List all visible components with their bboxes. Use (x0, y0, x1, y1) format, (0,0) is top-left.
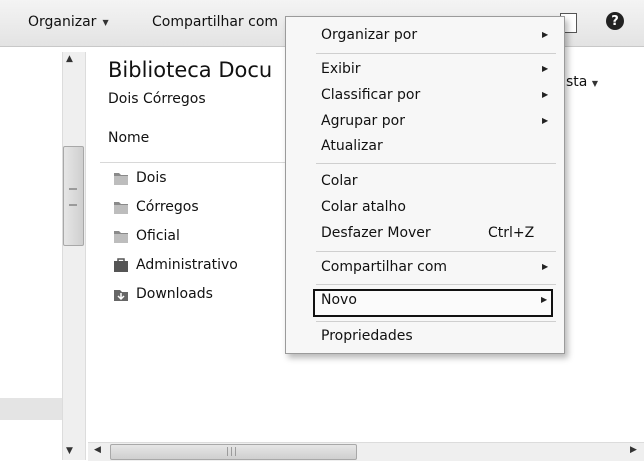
chevron-down-icon: ▼ (102, 17, 109, 27)
file-name: Oficial (136, 228, 180, 244)
divider (316, 163, 556, 164)
menu-item-label: Classificar por (321, 87, 421, 103)
menu-item-shortcut: Ctrl+Z (488, 225, 535, 241)
menu-item-refresh[interactable]: Atualizar (286, 135, 564, 159)
menu-item-sort-by[interactable]: Classificar por ▶ (286, 84, 564, 108)
menu-item-label: Atualizar (321, 138, 383, 154)
submenu-arrow-icon: ▶ (542, 262, 549, 271)
folder-icon (114, 230, 128, 243)
context-menu: Organizar por ▶ Exibir ▶ Classificar por… (285, 16, 565, 354)
chevron-down-icon: ▼ (591, 79, 598, 88)
menu-item-label: Compartilhar com (321, 259, 448, 275)
menu-item-new[interactable]: Novo ▶ (313, 289, 553, 317)
menu-item-label: Exibir (321, 61, 361, 77)
share-with-button[interactable]: Compartilhar com (152, 14, 278, 30)
list-item[interactable]: Dois (112, 170, 167, 186)
menu-item-label: Novo (321, 292, 357, 308)
briefcase-folder-icon (114, 257, 128, 272)
list-item[interactable]: Downloads (112, 286, 213, 302)
list-item[interactable]: Oficial (112, 228, 180, 244)
menu-item-label: Desfazer Mover (321, 225, 431, 241)
downloads-folder-icon (114, 289, 128, 301)
divider (316, 53, 556, 54)
file-name: Administrativo (136, 257, 238, 273)
help-icon[interactable]: ? (606, 12, 624, 30)
scroll-up-icon[interactable]: ▲ (66, 54, 73, 64)
share-with-label: Compartilhar com (152, 14, 279, 30)
library-title: Biblioteca Docu (108, 58, 273, 82)
menu-item-share-with[interactable]: Compartilhar com ▶ (286, 256, 564, 280)
submenu-arrow-icon: ▶ (541, 295, 548, 304)
navigation-selected-item[interactable] (0, 398, 62, 420)
menu-item-paste-shortcut[interactable]: Colar atalho (286, 196, 564, 220)
arrange-by-dropdown[interactable]: sta ▼ (566, 74, 598, 90)
menu-item-properties[interactable]: Propriedades (286, 325, 564, 349)
arrange-by-label: sta (566, 74, 588, 90)
divider (316, 284, 556, 285)
menu-item-label: Agrupar por (321, 113, 405, 129)
menu-item-organize-by[interactable]: Organizar por ▶ (286, 24, 564, 48)
submenu-arrow-icon: ▶ (542, 30, 549, 39)
menu-item-undo-move[interactable]: Desfazer Mover Ctrl+Z (286, 222, 564, 246)
menu-item-group-by[interactable]: Agrupar por ▶ (286, 110, 564, 134)
menu-item-label: Colar (321, 173, 358, 189)
menu-item-label: Colar atalho (321, 199, 406, 215)
folder-icon (114, 172, 128, 185)
organize-label: Organizar (28, 14, 97, 30)
submenu-arrow-icon: ▶ (542, 116, 549, 125)
divider (316, 251, 556, 252)
menu-item-label: Organizar por (321, 27, 418, 43)
menu-item-paste[interactable]: Colar (286, 170, 564, 194)
scroll-down-icon[interactable]: ▼ (66, 446, 73, 456)
grip-icon (69, 188, 77, 206)
list-item[interactable]: Córregos (112, 199, 199, 215)
submenu-arrow-icon: ▶ (542, 64, 549, 73)
file-name: Downloads (136, 286, 213, 302)
menu-item-label: Propriedades (321, 328, 413, 344)
grip-icon: ||| (226, 447, 239, 457)
folder-icon (114, 201, 128, 214)
scroll-left-icon[interactable]: ◀ (94, 445, 101, 455)
scroll-right-icon[interactable]: ▶ (630, 445, 637, 455)
submenu-arrow-icon: ▶ (542, 90, 549, 99)
library-subtitle: Dois Córregos (108, 91, 206, 107)
menu-item-view[interactable]: Exibir ▶ (286, 58, 564, 82)
divider (316, 321, 556, 322)
vertical-scrollbar[interactable] (62, 52, 86, 460)
file-name: Dois (136, 170, 167, 186)
file-name: Córregos (136, 199, 199, 215)
list-item[interactable]: Administrativo (112, 257, 238, 273)
organize-button[interactable]: Organizar ▼ (28, 14, 109, 30)
column-header-name[interactable]: Nome (108, 130, 149, 146)
divider (100, 162, 290, 163)
